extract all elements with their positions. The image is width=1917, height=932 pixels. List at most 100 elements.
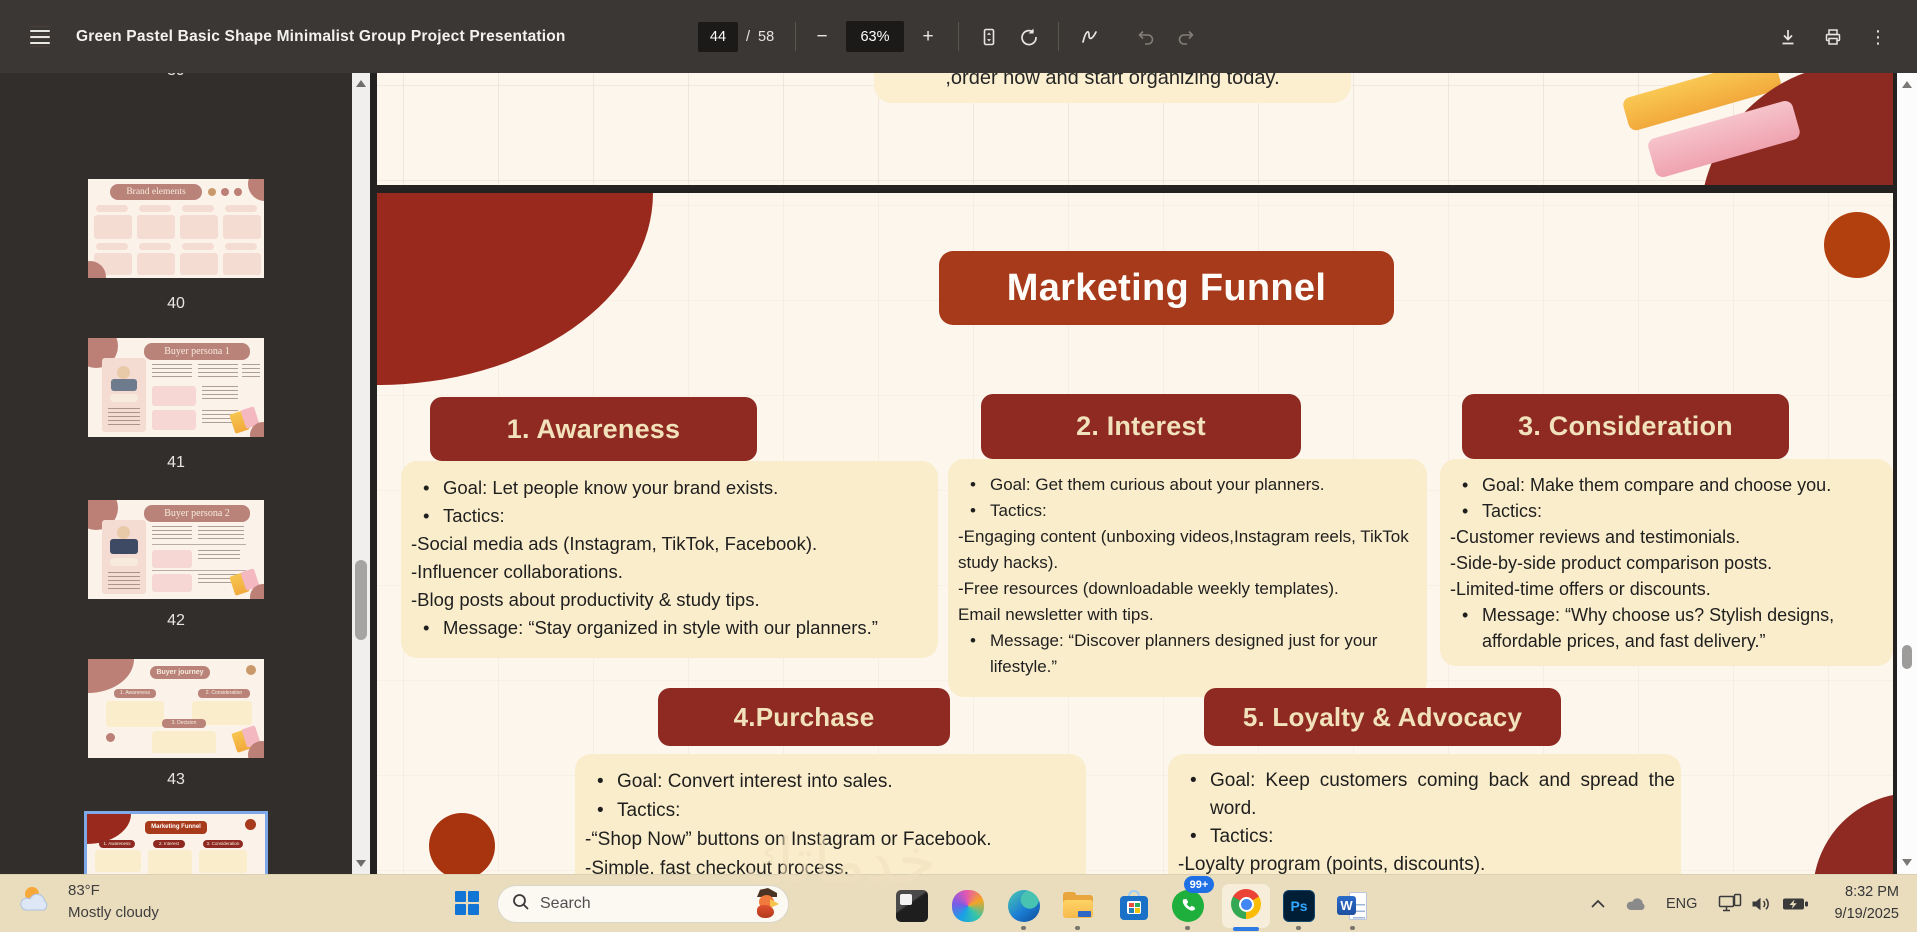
windows-taskbar: 83°F Mostly cloudy Search 99+ Ps W ENG 8… bbox=[0, 874, 1917, 932]
fit-page-icon[interactable] bbox=[973, 21, 1005, 53]
persona-panel bbox=[102, 520, 146, 594]
mini-card bbox=[137, 215, 175, 239]
thumbnail-page-43[interactable]: Buyer journey 1. Awareness 2. Considerat… bbox=[88, 659, 264, 758]
scroll-up-arrow[interactable] bbox=[1902, 81, 1912, 88]
thumbnail-sidebar: 39 Brand elements 40 bbox=[0, 73, 352, 874]
mini-box bbox=[95, 850, 141, 872]
tray-time: 8:32 PM bbox=[1845, 884, 1899, 900]
mini-text bbox=[198, 526, 244, 540]
edge-browser-icon[interactable] bbox=[1008, 890, 1040, 922]
active-app-indicator bbox=[1233, 927, 1259, 931]
zoom-level-input[interactable] bbox=[846, 21, 904, 52]
page-number-input[interactable] bbox=[698, 21, 738, 52]
thumbnail-page-44-selected[interactable]: Marketing Funnel 1. Awareness 2. Interes… bbox=[84, 811, 268, 874]
scroll-up-arrow[interactable] bbox=[356, 80, 366, 87]
stage-line: -Limited-time offers or discounts. bbox=[1450, 579, 1711, 599]
mini-section: 1. Awareness bbox=[99, 840, 135, 848]
current-slide: Marketing Funnel 1. Awareness • Goal: Let… bbox=[377, 193, 1893, 874]
zoom-in-button[interactable]: + bbox=[912, 21, 944, 53]
stage-line: Email newsletter with tips. bbox=[958, 605, 1154, 624]
language-indicator[interactable]: ENG bbox=[1666, 875, 1697, 932]
battery-charging-icon[interactable] bbox=[1782, 875, 1809, 932]
mini-card bbox=[225, 205, 257, 212]
word-icon[interactable]: W bbox=[1337, 890, 1369, 922]
stage-line: -Social media ads (Instagram, TikTok, Fa… bbox=[411, 533, 818, 554]
thumb-title: Buyer persona 1 bbox=[144, 343, 250, 360]
mini-text bbox=[242, 364, 260, 380]
thumb-page-number: 39 bbox=[0, 73, 352, 80]
thumb-title: Buyer journey bbox=[150, 666, 210, 679]
microsoft-store-icon[interactable] bbox=[1118, 890, 1150, 922]
search-highlight-parrot-icon bbox=[754, 888, 782, 920]
start-button[interactable] bbox=[455, 891, 479, 915]
search-icon bbox=[512, 893, 530, 916]
menu-icon[interactable] bbox=[22, 0, 58, 73]
thumb-page-number: 42 bbox=[167, 612, 185, 629]
annotate-pen-icon[interactable] bbox=[1074, 21, 1106, 53]
copilot-icon[interactable] bbox=[952, 890, 984, 922]
file-explorer-icon[interactable] bbox=[1062, 890, 1094, 922]
page-controls: / 58 bbox=[698, 0, 774, 73]
stage-line: -Free resources (downloadable weekly tem… bbox=[958, 579, 1339, 598]
running-indicator bbox=[1350, 926, 1355, 930]
volume-icon[interactable] bbox=[1750, 875, 1774, 932]
stage-line: -Influencer collaborations. bbox=[411, 561, 623, 582]
thumb-page-number: 40 bbox=[167, 295, 185, 312]
corner-decor bbox=[88, 659, 134, 693]
stage-line: • Goal: Keep customers coming back and sp… bbox=[1190, 770, 1675, 819]
thumbnail-page-40[interactable]: Brand elements bbox=[88, 179, 264, 278]
slide-title: Marketing Funnel bbox=[939, 251, 1394, 325]
scrollbar-thumb[interactable] bbox=[355, 560, 367, 640]
sidebar-scrollbar[interactable] bbox=[352, 73, 370, 874]
thumb-title: Buyer persona 2 bbox=[144, 505, 250, 522]
corner-quarter-circle-decor bbox=[377, 193, 653, 385]
chrome-active-cell[interactable] bbox=[1222, 884, 1270, 928]
stage-box-consideration: • Goal: Make them compare and choose you.… bbox=[1440, 459, 1893, 666]
thumbnail-page-41[interactable]: Buyer persona 1 bbox=[88, 338, 264, 437]
weather-condition: Mostly cloudy bbox=[68, 904, 159, 921]
thumbnail-page-44[interactable]: Marketing Funnel 1. Awareness 2. Interes… bbox=[87, 814, 265, 874]
mini-card bbox=[137, 253, 175, 275]
rotate-icon[interactable] bbox=[1013, 21, 1045, 53]
print-icon[interactable] bbox=[1817, 21, 1849, 53]
toolbar-divider bbox=[795, 22, 796, 51]
clock-widget[interactable]: 8:32 PM 9/19/2025 bbox=[1834, 881, 1899, 925]
screen: Green Pastel Basic Shape Minimalist Grou… bbox=[0, 0, 1917, 932]
tray-chevron-icon[interactable] bbox=[1590, 875, 1606, 932]
mini-card bbox=[182, 243, 214, 250]
weather-icon bbox=[18, 884, 58, 921]
mini-box bbox=[148, 850, 192, 874]
app-icon-window[interactable] bbox=[896, 890, 928, 922]
stage-line: • Message: “Discover planners designed ju… bbox=[970, 631, 1378, 676]
page-scrollbar[interactable] bbox=[1897, 73, 1917, 874]
scroll-down-arrow[interactable] bbox=[356, 860, 366, 867]
stage-line: • Tactics: bbox=[1190, 826, 1274, 847]
mini-section: 2. Interest bbox=[153, 840, 185, 848]
mini-card bbox=[180, 215, 218, 239]
circle-decor bbox=[1824, 212, 1890, 278]
onedrive-cloud-icon[interactable] bbox=[1624, 875, 1650, 932]
scrollbar-thumb[interactable] bbox=[1902, 645, 1912, 669]
mini-rule bbox=[152, 570, 246, 571]
more-options-icon[interactable]: ⋮ bbox=[1862, 21, 1894, 53]
search-box[interactable]: Search bbox=[497, 885, 789, 923]
stage-line: • Tactics: bbox=[597, 800, 681, 821]
stage-box-loyalty: • Goal: Keep customers coming back and sp… bbox=[1168, 754, 1681, 874]
mini-section: 3. Decision bbox=[162, 719, 206, 728]
search-placeholder: Search bbox=[540, 895, 591, 912]
scroll-down-arrow[interactable] bbox=[1902, 859, 1912, 866]
stage-box-interest: • Goal: Get them curious about your plann… bbox=[948, 459, 1427, 697]
weather-widget[interactable]: 83°F Mostly cloudy bbox=[18, 880, 159, 924]
thumbnail-page-42[interactable]: Buyer persona 2 bbox=[88, 500, 264, 599]
photoshop-icon[interactable]: Ps bbox=[1283, 890, 1315, 922]
mini-section: 1. Awareness bbox=[114, 689, 156, 698]
persona-panel bbox=[102, 358, 146, 432]
connected-devices-icon[interactable] bbox=[1718, 875, 1744, 932]
dot-decor bbox=[221, 188, 229, 196]
download-icon[interactable] bbox=[1772, 21, 1804, 53]
page-divider: / bbox=[746, 28, 751, 45]
stage-line: -Side-by-side product comparison posts. bbox=[1450, 553, 1773, 573]
prev-slide-callout: ,order now and start organizing today. bbox=[874, 73, 1351, 103]
zoom-out-button[interactable]: − bbox=[806, 21, 838, 53]
whatsapp-icon[interactable] bbox=[1172, 890, 1204, 922]
